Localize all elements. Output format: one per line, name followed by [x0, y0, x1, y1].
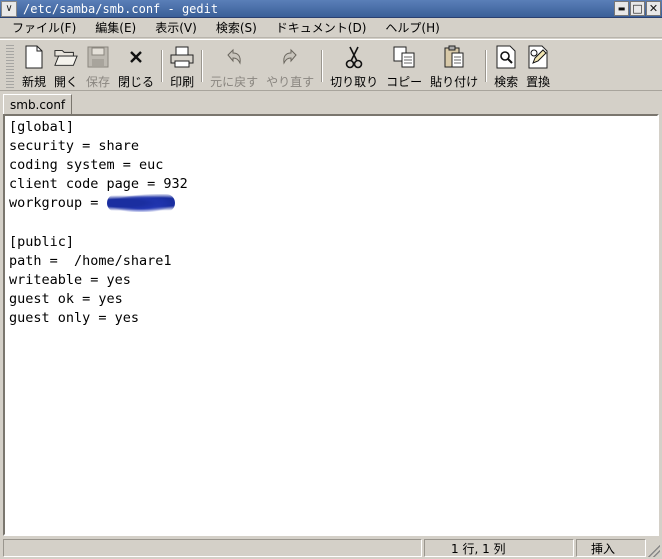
toolbar-separator: [161, 50, 164, 82]
printer-icon: [170, 45, 194, 69]
status-message: [3, 539, 422, 557]
cut-button[interactable]: 切り取り: [326, 40, 382, 90]
copy-button[interactable]: コピー: [382, 40, 426, 90]
new-document-icon: [22, 45, 46, 69]
open-folder-icon: [54, 45, 78, 69]
cursor-position: 1 行, 1 列: [424, 539, 574, 557]
editor-line-text: workgroup =: [9, 195, 107, 212]
redo-button[interactable]: やり直す: [262, 40, 318, 90]
window-menu-icon[interactable]: ∨: [1, 0, 17, 17]
scissors-icon: [342, 45, 366, 69]
toolbar: 新規 開く 保存 閉じる 印刷 元に戻す やり直す 切り取り コピー 貼り付け …: [0, 39, 662, 91]
editor-line: security = share: [9, 138, 140, 155]
editor-line: path = /home/share1: [9, 252, 172, 269]
menu-search[interactable]: 検索(S): [204, 19, 264, 36]
paste-button[interactable]: 貼り付け: [426, 40, 482, 90]
menu-file[interactable]: ファイル(F): [0, 19, 83, 36]
copy-pages-icon: [392, 45, 416, 69]
open-button[interactable]: 開く: [50, 40, 82, 90]
menu-help[interactable]: ヘルプ(H): [373, 19, 446, 36]
clipboard-icon: [442, 45, 466, 69]
toolbar-grip[interactable]: [6, 43, 14, 89]
toolbar-separator: [485, 50, 488, 82]
editor-line: guest ok = yes: [9, 290, 123, 307]
window-title: /etc/samba/smb.conf - gedit: [23, 1, 219, 16]
undo-arrow-icon: [222, 45, 246, 69]
insert-mode: 挿入: [576, 539, 646, 557]
text-editor[interactable]: [global] security = share coding system …: [3, 114, 659, 536]
undo-button[interactable]: 元に戻す: [206, 40, 262, 90]
save-button[interactable]: 保存: [82, 40, 114, 90]
redo-arrow-icon: [278, 45, 302, 69]
close-icon[interactable]: ✕: [646, 1, 661, 16]
close-x-icon: [124, 45, 148, 69]
find-magnifier-icon: [494, 45, 518, 69]
new-button[interactable]: 新規: [18, 40, 50, 90]
menu-documents[interactable]: ドキュメント(D): [264, 19, 374, 36]
tab-smb-conf[interactable]: smb.conf: [3, 94, 73, 115]
toolbar-separator: [321, 50, 324, 82]
editor-line: coding system = euc: [9, 157, 164, 174]
close-button[interactable]: 閉じる: [114, 40, 158, 90]
title-bar: ∨ /etc/samba/smb.conf - gedit ▬ □ ✕: [0, 0, 662, 18]
resize-grip-icon[interactable]: [648, 545, 660, 557]
menu-bar: ファイル(F) 編集(E) 表示(V) 検索(S) ドキュメント(D) ヘルプ(…: [0, 18, 662, 38]
editor-line: [global]: [9, 119, 75, 135]
redaction-scribble: [106, 194, 175, 213]
find-button[interactable]: 検索: [490, 40, 522, 90]
menu-view[interactable]: 表示(V): [143, 19, 204, 36]
minimize-icon[interactable]: ▬: [614, 1, 629, 16]
status-bar: 1 行, 1 列 挿入: [0, 537, 662, 559]
editor-line: guest only = yes: [9, 309, 140, 326]
replace-pencil-icon: [526, 45, 550, 69]
toolbar-separator: [201, 50, 204, 82]
editor-line: [public]: [9, 233, 75, 250]
tab-strip: smb.conf: [0, 92, 662, 115]
maximize-icon[interactable]: □: [630, 1, 645, 16]
replace-button[interactable]: 置換: [522, 40, 554, 90]
editor-line: writeable = yes: [9, 271, 131, 288]
print-button[interactable]: 印刷: [166, 40, 198, 90]
editor-line-workgroup: workgroup =: [9, 194, 657, 213]
save-disk-icon: [86, 45, 110, 69]
editor-line: client code page = 932: [9, 176, 188, 193]
menu-edit[interactable]: 編集(E): [83, 19, 143, 36]
